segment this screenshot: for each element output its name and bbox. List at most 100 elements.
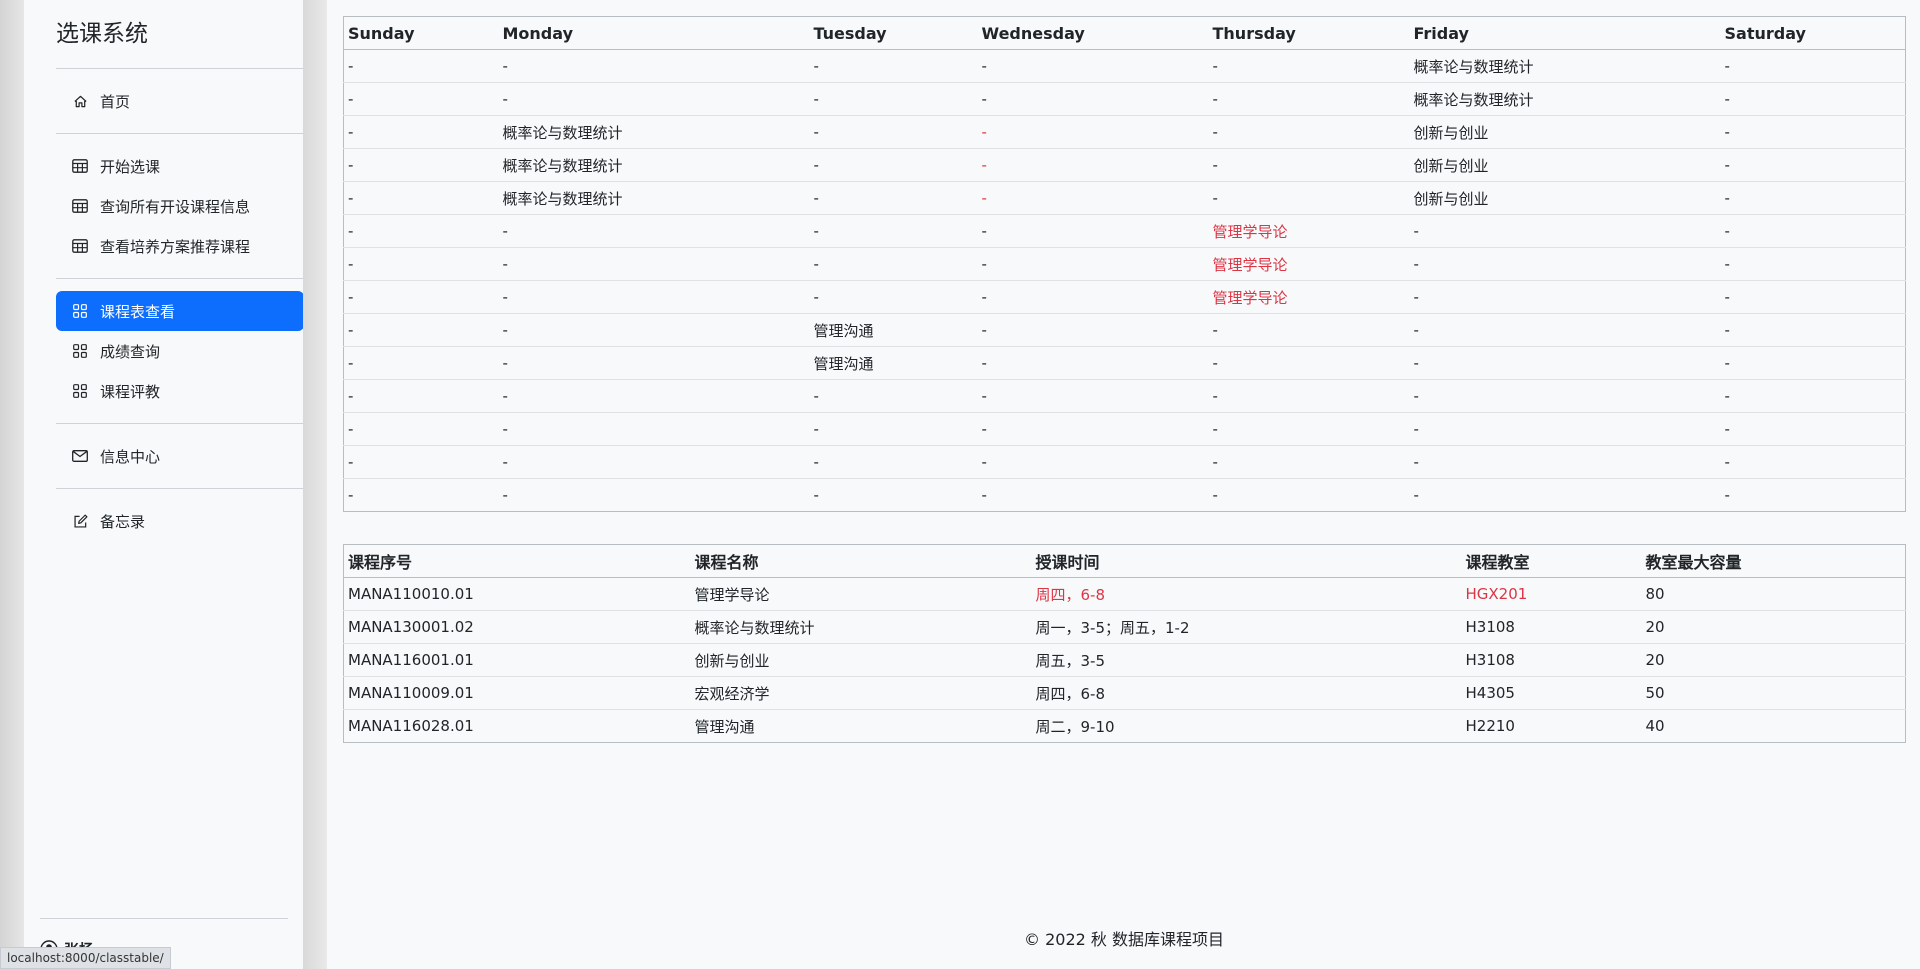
sidebar-item-label: 成绩查询	[100, 342, 161, 361]
timetable-cell: -	[1208, 82, 1410, 116]
timetable-cell: -	[977, 412, 1209, 446]
table-cell: H3108	[1461, 610, 1642, 644]
timetable-cell: 概率论与数理统计	[498, 115, 810, 149]
timetable-cell: -	[809, 478, 978, 512]
timetable-cell: -	[1208, 379, 1410, 413]
timetable-cell: -	[977, 445, 1209, 479]
timetable-cell: 概率论与数理统计	[498, 148, 810, 182]
table-cell: HGX201	[1461, 577, 1642, 611]
timetable-cell: -	[809, 181, 978, 215]
sidebar-item-label: 开始选课	[100, 157, 161, 176]
window-left-edge	[0, 0, 24, 969]
timetable-cell: -	[1720, 82, 1906, 116]
footer-copyright: © 2022 秋 数据库课程项目	[1024, 930, 1224, 949]
sidebar-item-all-courses[interactable]: 查询所有开设课程信息	[56, 186, 304, 226]
timetable-cell: -	[977, 181, 1209, 215]
timetable-cell: -	[1208, 445, 1410, 479]
timetable-cell: -	[343, 214, 499, 248]
timetable-cell: -	[1720, 412, 1906, 446]
timetable-row: - 概率论与数理统计 - - - 创新与创业 -	[343, 115, 1906, 149]
sidebar-item-home[interactable]: 首页	[56, 81, 304, 121]
timetable-cell: -	[1720, 247, 1906, 281]
timetable-cell: -	[1208, 346, 1410, 380]
table-cell: MANA110009.01	[343, 676, 691, 710]
timetable-cell: -	[977, 379, 1209, 413]
timetable-cell: -	[809, 148, 978, 182]
timetable-cell: -	[1409, 280, 1721, 314]
timetable-cell: -	[1409, 412, 1721, 446]
sidebar-item-label: 备忘录	[100, 512, 146, 531]
edit-icon	[72, 513, 88, 529]
table-cell: MANA116001.01	[343, 643, 691, 677]
column-header: 授课时间	[1031, 544, 1462, 578]
timetable-cell: -	[1720, 214, 1906, 248]
table-row: MANA110010.01 管理学导论 周四，6-8 HGX201 80	[343, 577, 1906, 611]
timetable-cell: -	[343, 379, 499, 413]
timetable-cell: -	[498, 412, 810, 446]
timetable-cell: -	[1720, 280, 1906, 314]
table-cell: MANA116028.01	[343, 709, 691, 743]
home-icon	[72, 93, 88, 109]
sidebar-item-label: 课程评教	[100, 382, 161, 401]
timetable-cell: -	[1720, 148, 1906, 182]
table-cell: 周四，6-8	[1031, 676, 1462, 710]
timetable-cell: -	[1409, 214, 1721, 248]
day-header: Wednesday	[977, 16, 1209, 50]
table-cell: 20	[1641, 610, 1906, 644]
timetable-cell: -	[498, 346, 810, 380]
timetable-cell: -	[977, 148, 1209, 182]
table-cell: MANA130001.02	[343, 610, 691, 644]
nav-group-selection: 开始选课 查询所有开设课程信息 查看培养方案推荐课程	[40, 134, 287, 278]
timetable-cell: 创新与创业	[1409, 148, 1721, 182]
timetable-cell: -	[498, 280, 810, 314]
timetable-cell: -	[343, 445, 499, 479]
sidebar-item-label: 查看培养方案推荐课程	[100, 237, 251, 256]
sidebar-item-label: 信息中心	[100, 447, 161, 466]
timetable-cell: -	[498, 445, 810, 479]
timetable-cell: -	[343, 247, 499, 281]
table-row: MANA116001.01 创新与创业 周五，3-5 H3108 20	[343, 643, 1906, 677]
timetable-cell: -	[809, 115, 978, 149]
timetable-row: -------	[343, 478, 1906, 512]
timetable-row: - - - - 管理学导论 - -	[343, 280, 1906, 314]
timetable-cell: -	[809, 445, 978, 479]
timetable-cell: -	[809, 82, 978, 116]
timetable-cell: -	[809, 280, 978, 314]
column-header: 课程序号	[343, 544, 691, 578]
table-cell: 周五，3-5	[1031, 643, 1462, 677]
timetable-cell: -	[498, 379, 810, 413]
sidebar-item-evaluation[interactable]: 课程评教	[56, 371, 304, 411]
timetable-cell: -	[977, 82, 1209, 116]
timetable-cell: -	[1208, 148, 1410, 182]
sidebar-item-timetable[interactable]: 课程表查看	[56, 291, 304, 331]
column-header: 课程教室	[1461, 544, 1642, 578]
day-header: Sunday	[343, 16, 499, 50]
timetable-cell: -	[498, 313, 810, 347]
timetable-row: -------	[343, 445, 1906, 479]
day-header: Tuesday	[809, 16, 978, 50]
table-cell: 周一，3-5；周五，1-2	[1031, 610, 1462, 644]
sidebar-item-grades[interactable]: 成绩查询	[56, 331, 304, 371]
table-cell: H2210	[1461, 709, 1642, 743]
table-cell: 80	[1641, 577, 1906, 611]
sidebar-item-memo[interactable]: 备忘录	[56, 501, 304, 541]
timetable-cell: 管理学导论	[1208, 214, 1410, 248]
sidebar-edge	[303, 0, 327, 969]
timetable-row: -------	[343, 412, 1906, 446]
timetable-cell: -	[977, 115, 1209, 149]
app-brand: 选课系统	[56, 21, 148, 47]
timetable-row: - 概率论与数理统计 - - - 创新与创业 -	[343, 181, 1906, 215]
sidebar-item-start-selection[interactable]: 开始选课	[56, 146, 304, 186]
timetable-cell: -	[1720, 49, 1906, 83]
timetable-cell: -	[343, 148, 499, 182]
sidebar-item-messages[interactable]: 信息中心	[56, 436, 304, 476]
table-cell: 管理学导论	[690, 577, 1032, 611]
table-cell: 周二，9-10	[1031, 709, 1462, 743]
timetable-cell: -	[1720, 478, 1906, 512]
timetable-cell: -	[809, 247, 978, 281]
timetable-row: - - - - 管理学导论 - -	[343, 247, 1906, 281]
timetable-cell: 管理学导论	[1208, 280, 1410, 314]
timetable-cell: -	[343, 478, 499, 512]
timetable-cell: -	[1409, 445, 1721, 479]
sidebar-item-recommended-courses[interactable]: 查看培养方案推荐课程	[56, 226, 304, 266]
